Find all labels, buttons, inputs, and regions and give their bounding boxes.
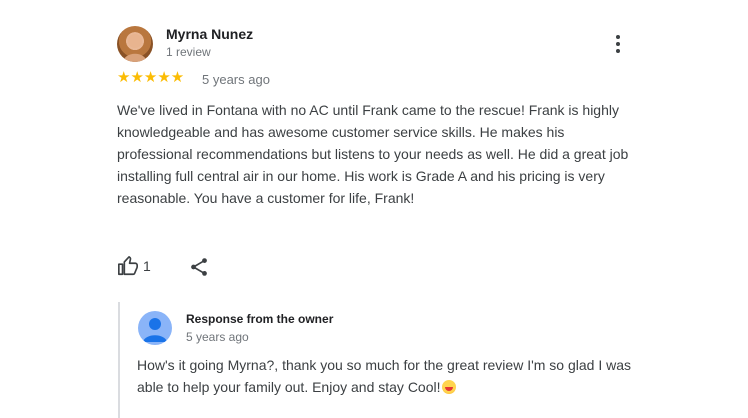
- like-button[interactable]: 1: [117, 255, 151, 277]
- reviewer-avatar[interactable]: [117, 26, 153, 62]
- share-button[interactable]: [188, 256, 210, 278]
- owner-response-title: Response from the owner: [186, 312, 334, 326]
- owner-response-divider: [118, 302, 120, 418]
- review-text: We've lived in Fontana with no AC until …: [117, 102, 629, 206]
- reviewer-name[interactable]: Myrna Nunez: [166, 26, 253, 42]
- more-vert-icon[interactable]: [606, 32, 630, 56]
- review-time: 5 years ago: [202, 72, 270, 87]
- owner-avatar: [138, 311, 172, 345]
- review-card: Myrna Nunez 1 review ★★★★★ 5 years ago W…: [0, 0, 748, 418]
- owner-response-text: How's it going Myrna?, thank you so much…: [137, 354, 637, 398]
- thumb-up-icon: [118, 256, 138, 276]
- owner-response-time: 5 years ago: [186, 330, 249, 344]
- star-rating: ★★★★★: [117, 69, 185, 86]
- like-count: 1: [143, 258, 151, 274]
- owner-response-body: How's it going Myrna?, thank you so much…: [137, 357, 632, 395]
- reviewer-review-count[interactable]: 1 review: [166, 45, 211, 59]
- avatar-face-icon: [123, 34, 147, 62]
- person-icon: [143, 318, 167, 342]
- grinning-face-icon: [441, 380, 456, 394]
- share-icon: [191, 258, 207, 276]
